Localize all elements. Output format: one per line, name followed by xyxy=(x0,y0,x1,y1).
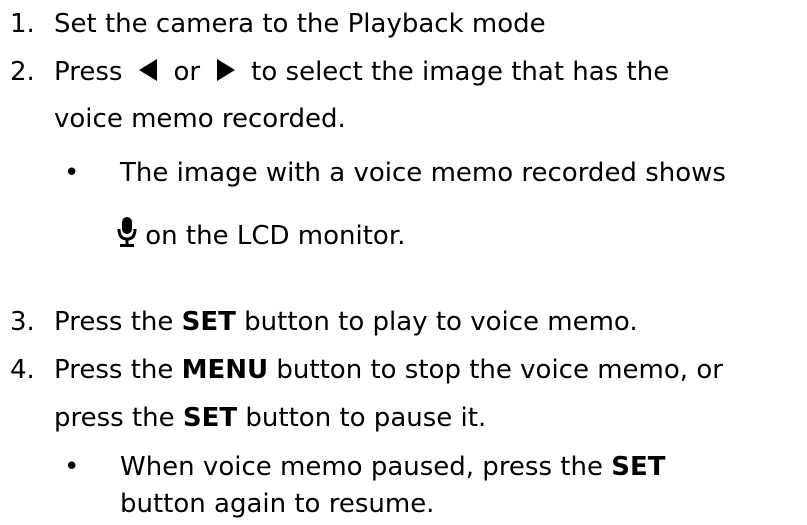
microphone-icon xyxy=(117,216,137,247)
step-number: 4. xyxy=(10,355,35,385)
step-text: Set the camera to the Playback mode xyxy=(54,9,546,39)
menu-key-label: MENU xyxy=(181,355,269,385)
set-key-label: SET xyxy=(181,307,236,337)
step-4-bullet-continued: button again to resume. xyxy=(120,486,434,522)
step-2-continued: voice memo recorded. xyxy=(54,101,346,137)
step-text: to select the image that has the xyxy=(251,57,670,87)
left-arrow-icon xyxy=(138,58,157,81)
step-2-bullet: • The image with a voice memo recorded sh… xyxy=(64,155,726,191)
step-2-bullet-continued: on the LCD monitor. xyxy=(117,216,406,254)
step-number: 1. xyxy=(10,9,35,39)
set-key-label: SET xyxy=(611,452,666,482)
bullet-marker: • xyxy=(64,158,80,188)
step-text: press the xyxy=(54,403,175,433)
step-2: 2. Press or to select the image that has … xyxy=(10,54,669,90)
step-text: button to play to voice memo. xyxy=(244,307,638,337)
bullet-marker: • xyxy=(64,452,80,482)
bullet-text: on the LCD monitor. xyxy=(145,221,406,251)
step-text: button to pause it. xyxy=(245,403,487,433)
step-text: Press the xyxy=(54,355,174,385)
step-number: 3. xyxy=(10,307,35,337)
bullet-text: The image with a voice memo recorded sho… xyxy=(120,158,726,188)
bullet-text: When voice memo paused, press the xyxy=(120,452,603,482)
bullet-text: button again to resume. xyxy=(120,489,435,519)
step-3: 3. Press the SET button to play to voice … xyxy=(10,304,638,340)
step-4-bullet: • When voice memo paused, press the SET xyxy=(64,449,665,485)
step-text: Press xyxy=(54,57,123,87)
step-text: Press the xyxy=(54,307,174,337)
step-1: 1. Set the camera to the Playback mode xyxy=(10,6,546,42)
set-key-label: SET xyxy=(182,403,238,433)
voice-memo-instructions: 1. Set the camera to the Playback mode 2.… xyxy=(0,0,807,525)
step-text: or xyxy=(173,57,201,87)
step-number: 2. xyxy=(10,57,35,87)
step-4-continued: press the SET button to pause it. xyxy=(54,400,486,436)
step-4: 4. Press the MENU button to stop the voic… xyxy=(10,352,723,388)
right-arrow-icon xyxy=(216,58,235,81)
step-text: button to stop the voice memo, or xyxy=(276,355,723,385)
step-text: voice memo recorded. xyxy=(54,104,346,134)
